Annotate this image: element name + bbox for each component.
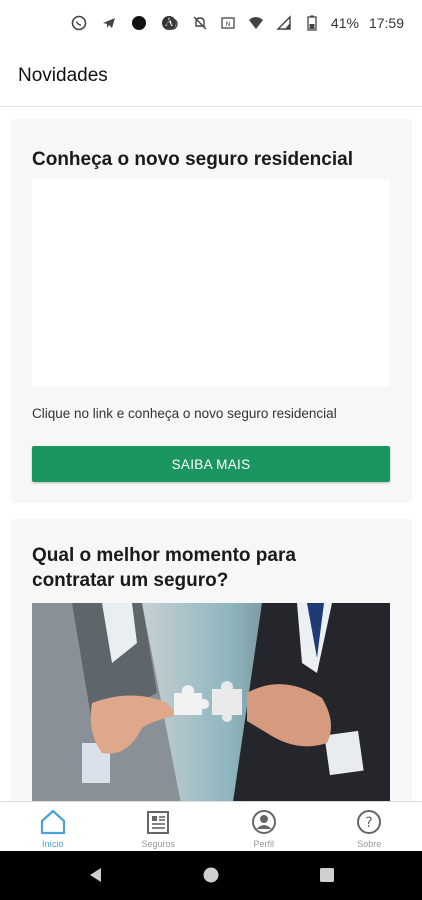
nav-item-seguros[interactable]: Seguros	[106, 802, 212, 852]
puzzle-handshake-image	[32, 603, 390, 801]
back-icon[interactable]	[86, 865, 106, 890]
wifi-icon	[247, 14, 265, 32]
card-description: Clique no link e conheça o novo seguro r…	[32, 406, 337, 421]
nav-item-sobre[interactable]: ? Sobre	[317, 802, 422, 852]
nfc-icon: N	[219, 14, 237, 32]
nav-label: Perfil	[253, 839, 274, 849]
home-icon	[38, 807, 68, 837]
home-button-icon[interactable]	[201, 865, 221, 890]
nav-label: Sobre	[357, 839, 382, 849]
saiba-mais-button[interactable]: SAIBA MAIS	[32, 446, 390, 482]
battery-percentage: 41%	[330, 15, 359, 31]
nav-item-inicio[interactable]: Início	[0, 802, 106, 852]
news-card[interactable]: Conheça o novo seguro residencial Clique…	[11, 119, 412, 503]
news-card[interactable]: Qual o melhor momento para contratar um …	[11, 519, 412, 801]
status-left-icons	[70, 14, 178, 32]
news-feed[interactable]: Conheça o novo seguro residencial Clique…	[0, 107, 422, 801]
newspaper-icon	[143, 807, 173, 837]
help-icon: ?	[354, 807, 384, 837]
app-bar: Novidades	[0, 48, 422, 107]
dot-icon	[130, 14, 148, 32]
profile-icon	[249, 807, 279, 837]
signal-icon	[275, 14, 293, 32]
whatsapp-icon	[70, 14, 88, 32]
card-media-placeholder	[32, 179, 390, 387]
system-navigation-bar	[0, 851, 422, 900]
mute-icon	[191, 14, 209, 32]
telegram-icon	[100, 14, 118, 32]
nav-label: Início	[41, 839, 64, 849]
card-image[interactable]	[32, 603, 390, 801]
card-title: Qual o melhor momento para contratar um …	[32, 545, 296, 591]
alarm-icon	[163, 14, 181, 32]
bottom-navigation: Início Seguros Perfil ? Sobre	[0, 801, 422, 852]
page-title: Novidades	[18, 65, 108, 86]
status-bar: N 41% 17:59	[0, 0, 422, 48]
battery-icon	[303, 14, 321, 32]
card-title: Conheça o novo seguro residencial	[32, 149, 353, 170]
recents-icon[interactable]	[317, 865, 337, 890]
svg-text:?: ?	[366, 815, 373, 831]
nav-label: Seguros	[141, 839, 176, 849]
status-right-icons: N 41% 17:59	[163, 14, 404, 32]
svg-text:N: N	[226, 21, 231, 28]
nav-item-perfil[interactable]: Perfil	[211, 802, 317, 852]
clock: 17:59	[368, 15, 404, 31]
